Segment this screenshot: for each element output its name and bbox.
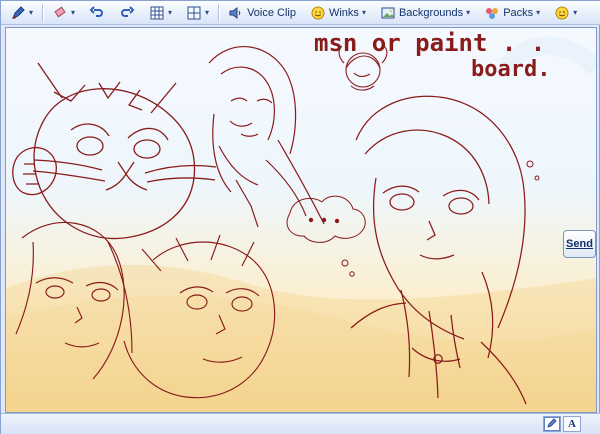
redo-icon xyxy=(119,5,135,21)
smiley-icon xyxy=(310,5,326,21)
drawing-canvas[interactable]: msn or paint . . board. Send xyxy=(5,27,597,413)
chevron-down-icon: ▾ xyxy=(466,8,471,17)
backgrounds-label: Backgrounds xyxy=(398,6,464,19)
chevron-down-icon: ▾ xyxy=(536,8,541,17)
text-mode-label: A xyxy=(568,418,576,430)
chevron-down-icon: ▾ xyxy=(29,8,34,17)
chevron-down-icon: ▾ xyxy=(205,8,210,17)
speaker-icon xyxy=(228,5,244,21)
redo-button[interactable] xyxy=(114,3,140,23)
handwriting-mode-button[interactable] xyxy=(543,416,561,432)
emoticon-icon xyxy=(554,5,570,21)
sketch-artwork: msn or paint . . board. xyxy=(6,29,596,412)
voice-clip-button[interactable]: Voice Clip xyxy=(223,3,301,23)
pen-icon xyxy=(546,417,558,432)
toolbar-separator xyxy=(42,3,44,22)
undo-icon xyxy=(89,5,105,21)
upper-girl-sketch xyxy=(208,46,325,228)
send-button[interactable]: Send xyxy=(563,230,596,258)
packs-label: Packs xyxy=(503,6,534,19)
winks-label: Winks xyxy=(328,6,359,19)
toolbar: ▾ ▾ ▾ ▾ Voice Clip Winks ▾ Backgrounds ▾… xyxy=(1,1,600,25)
input-mode-group: A xyxy=(543,416,581,432)
chevron-down-icon: ▾ xyxy=(361,8,366,17)
chevron-down-icon: ▾ xyxy=(71,8,76,17)
layout-grid-button[interactable]: ▾ xyxy=(181,3,214,23)
thought-bubble-sketch xyxy=(286,160,540,277)
picture-icon xyxy=(380,5,396,21)
canvas-title-line1: msn or paint . . xyxy=(314,29,545,57)
cat-sketch xyxy=(12,62,217,240)
eraser-icon xyxy=(52,5,68,21)
messenger-window: ▾ ▾ ▾ ▾ Voice Clip Winks ▾ Backgrounds ▾… xyxy=(0,0,600,434)
undo-button[interactable] xyxy=(84,3,110,23)
text-mode-button[interactable]: A xyxy=(563,416,581,432)
toolbar-separator xyxy=(218,3,220,22)
background-shapes xyxy=(6,36,596,412)
packs-icon xyxy=(484,5,500,21)
bottom-toolbar: A xyxy=(1,413,600,434)
pen-icon xyxy=(10,5,26,21)
grid-tool-button[interactable]: ▾ xyxy=(144,3,177,23)
canvas-title-line2: board. xyxy=(471,57,550,82)
layout-grid-icon xyxy=(186,5,202,21)
eraser-button[interactable]: ▾ xyxy=(47,3,80,23)
pen-tool-button[interactable]: ▾ xyxy=(5,3,38,23)
packs-button[interactable]: Packs ▾ xyxy=(479,3,545,23)
chevron-down-icon: ▾ xyxy=(573,8,578,17)
winks-button[interactable]: Winks ▾ xyxy=(305,3,371,23)
emoticon-button[interactable]: ▾ xyxy=(549,3,582,23)
chevron-down-icon: ▾ xyxy=(168,8,173,17)
backgrounds-button[interactable]: Backgrounds ▾ xyxy=(375,3,475,23)
voice-clip-label: Voice Clip xyxy=(247,6,296,19)
grid-icon xyxy=(149,5,165,21)
